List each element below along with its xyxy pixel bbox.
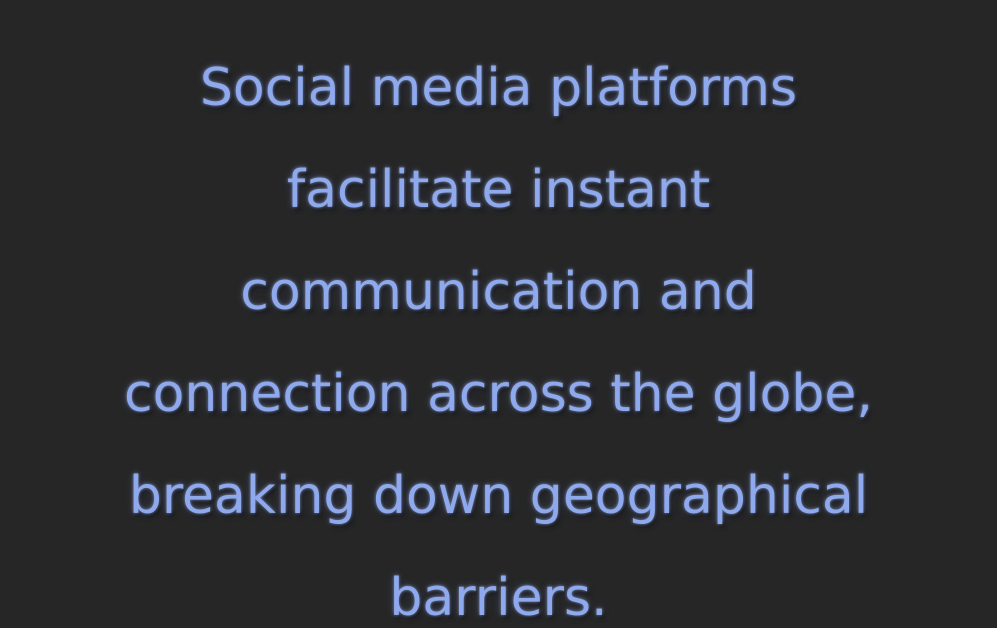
statement-line: communication and	[240, 262, 757, 322]
statement-line: breaking down geographical	[128, 466, 869, 526]
statement-line: facilitate instant	[286, 160, 711, 220]
statement-line: barriers.	[389, 568, 608, 628]
statement-line: connection across the globe,	[124, 364, 873, 424]
slide-canvas: Social media platforms facilitate instan…	[0, 0, 997, 628]
statement-text: Social media platforms facilitate instan…	[40, 37, 957, 628]
statement-line: Social media platforms	[199, 58, 798, 118]
